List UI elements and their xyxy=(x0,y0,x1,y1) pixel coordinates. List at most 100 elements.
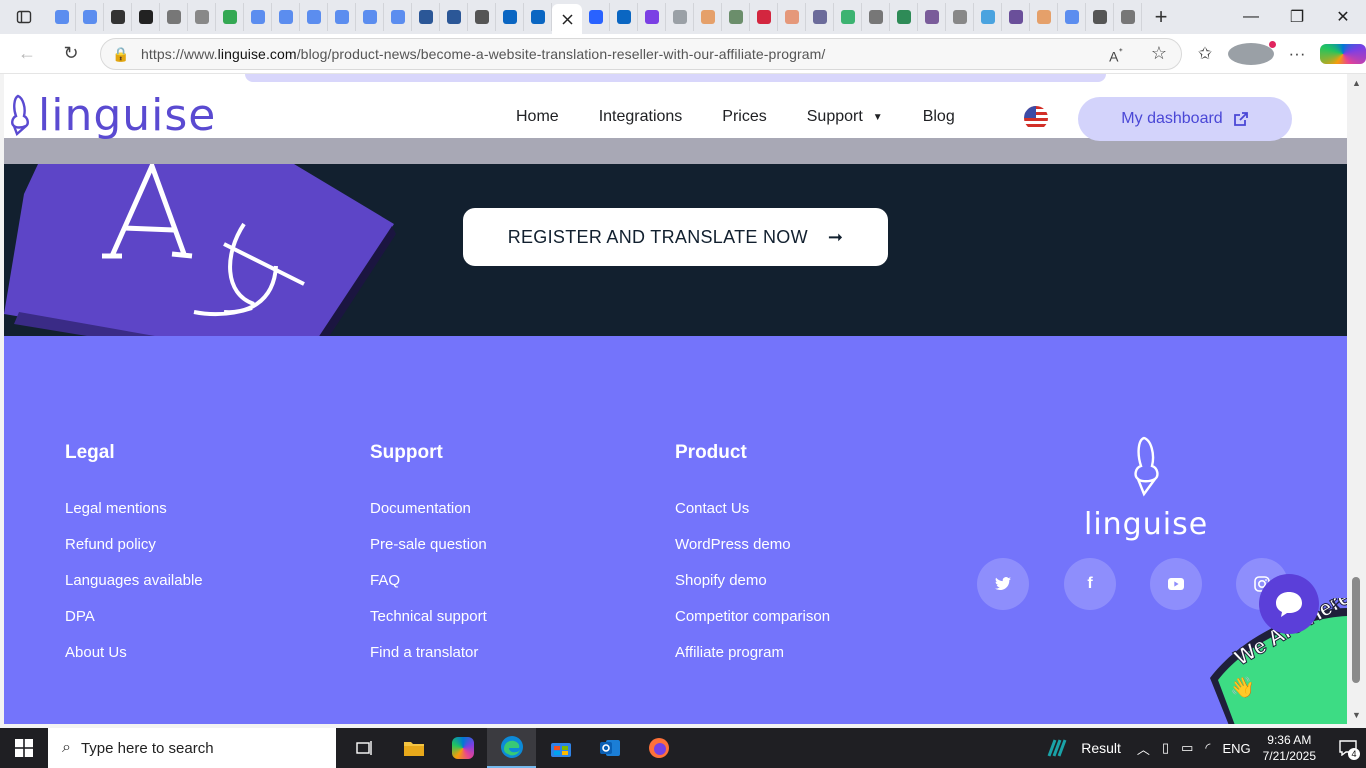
browser-tab[interactable] xyxy=(778,3,806,31)
browser-tab[interactable] xyxy=(946,3,974,31)
browser-tab[interactable] xyxy=(356,3,384,31)
browser-tab[interactable] xyxy=(1114,3,1142,31)
nav-integrations[interactable]: Integrations xyxy=(599,108,683,126)
browser-tab[interactable] xyxy=(216,3,244,31)
footer-link[interactable]: Technical support xyxy=(370,608,487,626)
nav-prices[interactable]: Prices xyxy=(722,108,766,126)
show-hidden-icons-icon[interactable]: ︿ xyxy=(1137,739,1150,758)
address-bar[interactable]: 🔒 https://www.linguise.com/blog/product-… xyxy=(100,38,1182,70)
browser-tab[interactable] xyxy=(104,3,132,31)
facebook-button[interactable]: f xyxy=(1064,558,1116,610)
browser-tab[interactable] xyxy=(412,3,440,31)
register-cta-button[interactable]: REGISTER AND TRANSLATE NOW ➞ xyxy=(463,208,888,266)
footer-link[interactable]: FAQ xyxy=(370,572,487,590)
restore-button[interactable]: ❐ xyxy=(1274,0,1320,34)
meeting-icon[interactable]: ▯ xyxy=(1162,740,1169,756)
twitter-button[interactable] xyxy=(977,558,1029,610)
browser-tab[interactable] xyxy=(1002,3,1030,31)
file-explorer-button[interactable] xyxy=(389,728,438,768)
minimize-button[interactable]: — xyxy=(1228,0,1274,34)
scroll-down-icon[interactable]: ▼ xyxy=(1352,710,1361,720)
url-text[interactable]: https://www.linguise.com/blog/product-ne… xyxy=(141,46,825,62)
notification-center-button[interactable]: 4 xyxy=(1330,740,1366,760)
my-dashboard-button[interactable]: My dashboard xyxy=(1078,97,1292,141)
wifi-icon[interactable]: ◜ xyxy=(1205,740,1210,756)
browser-tab[interactable] xyxy=(582,3,610,31)
browser-tab[interactable] xyxy=(890,3,918,31)
task-view-button[interactable] xyxy=(340,728,389,768)
footer-link[interactable]: DPA xyxy=(65,608,203,626)
browser-tab[interactable] xyxy=(610,3,638,31)
copilot-button[interactable] xyxy=(1320,44,1366,64)
browser-tab[interactable] xyxy=(666,3,694,31)
browser-tab[interactable] xyxy=(440,3,468,31)
outlook-app-button[interactable] xyxy=(585,728,634,768)
close-window-button[interactable]: ✕ xyxy=(1320,0,1366,34)
browser-tab[interactable] xyxy=(468,3,496,31)
us-flag-icon[interactable] xyxy=(1024,106,1048,130)
browser-tab[interactable] xyxy=(300,3,328,31)
nav-blog[interactable]: Blog xyxy=(923,108,955,126)
store-app-button[interactable] xyxy=(536,728,585,768)
footer-logo[interactable]: linguise xyxy=(1084,436,1208,542)
new-tab-button[interactable]: + xyxy=(1142,0,1180,34)
browser-tab[interactable] xyxy=(244,3,272,31)
browser-tab[interactable] xyxy=(974,3,1002,31)
browser-tab[interactable] xyxy=(638,3,666,31)
edge-app-button[interactable] xyxy=(487,728,536,768)
youtube-button[interactable] xyxy=(1150,558,1202,610)
browser-tab[interactable] xyxy=(834,3,862,31)
firefox-app-button[interactable] xyxy=(634,728,683,768)
browser-tab[interactable] xyxy=(160,3,188,31)
chat-open-button[interactable] xyxy=(1259,574,1319,634)
refresh-button[interactable]: ↻ xyxy=(54,37,88,71)
lock-icon[interactable]: 🔒 xyxy=(101,46,141,63)
footer-link[interactable]: Shopify demo xyxy=(675,572,830,590)
nav-support[interactable]: Support ▼ xyxy=(807,108,883,126)
start-button[interactable] xyxy=(0,728,48,768)
read-aloud-icon[interactable]: Aᐩ xyxy=(1109,45,1123,65)
profile-button[interactable] xyxy=(1228,41,1276,65)
browser-tab[interactable] xyxy=(722,3,750,31)
browser-tab[interactable] xyxy=(384,3,412,31)
footer-link[interactable]: Documentation xyxy=(370,500,487,518)
browser-tab[interactable] xyxy=(806,3,834,31)
widgets-button[interactable]: Result xyxy=(1045,738,1121,758)
footer-link[interactable]: Legal mentions xyxy=(65,500,203,518)
browser-tab[interactable] xyxy=(1086,3,1114,31)
browser-tab[interactable] xyxy=(496,3,524,31)
browser-tab[interactable] xyxy=(132,3,160,31)
clock[interactable]: 9:36 AM 7/21/2025 xyxy=(1263,732,1316,764)
browser-tab[interactable] xyxy=(694,3,722,31)
footer-link[interactable]: Pre-sale question xyxy=(370,536,487,554)
language-indicator[interactable]: ENG xyxy=(1222,741,1250,756)
footer-link[interactable]: Competitor comparison xyxy=(675,608,830,626)
browser-tab[interactable] xyxy=(188,3,216,31)
favorites-icon[interactable]: ✩ xyxy=(1182,44,1228,64)
footer-link[interactable]: Contact Us xyxy=(675,500,830,518)
footer-link[interactable]: Refund policy xyxy=(65,536,203,554)
close-icon[interactable] xyxy=(561,13,573,25)
browser-tab[interactable] xyxy=(918,3,946,31)
browser-tab[interactable] xyxy=(76,3,104,31)
favorite-star-icon[interactable]: ☆ xyxy=(1151,43,1167,64)
taskbar-search-input[interactable]: ⌕ Type here to search xyxy=(48,728,336,768)
tab-actions-button[interactable] xyxy=(0,0,48,34)
footer-link[interactable]: Languages available xyxy=(65,572,203,590)
browser-tab[interactable] xyxy=(1058,3,1086,31)
browser-tab[interactable] xyxy=(48,3,76,31)
browser-tab[interactable] xyxy=(750,3,778,31)
browser-tab[interactable] xyxy=(328,3,356,31)
footer-link[interactable]: Affiliate program xyxy=(675,644,830,662)
footer-link[interactable]: Find a translator xyxy=(370,644,487,662)
page-scrollbar[interactable]: ▲ ▼ xyxy=(1347,74,1366,724)
copilot-app-button[interactable] xyxy=(438,728,487,768)
scrollbar-thumb[interactable] xyxy=(1352,577,1360,683)
browser-tab[interactable] xyxy=(1030,3,1058,31)
footer-link[interactable]: About Us xyxy=(65,644,203,662)
back-button[interactable]: ← xyxy=(10,37,44,71)
chat-close-icon[interactable]: ✕ xyxy=(1330,598,1342,613)
browser-tab[interactable] xyxy=(524,3,552,31)
browser-tab[interactable] xyxy=(272,3,300,31)
tab-active-close[interactable] xyxy=(552,4,582,34)
